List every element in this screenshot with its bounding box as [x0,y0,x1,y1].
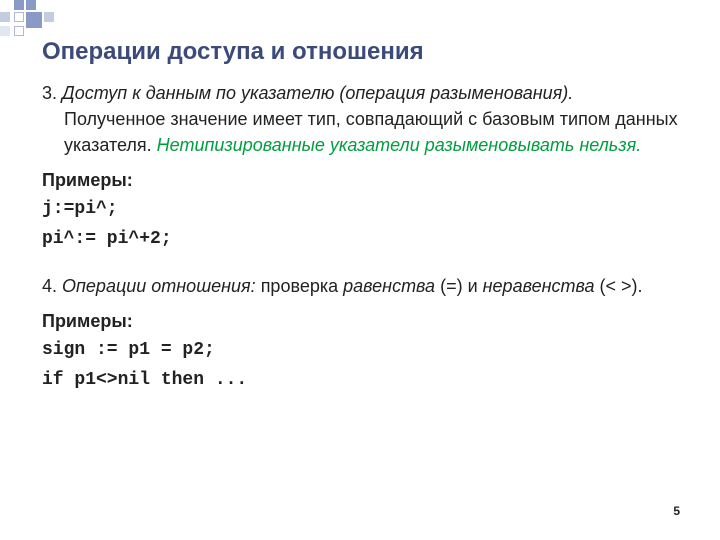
para4-italic1: Операции отношения: [62,276,261,296]
para3-italic: Доступ к данным по указателю (операция р… [62,83,573,103]
para3-lead: 3. [42,83,62,103]
code-line-1: j:=pi^; [42,199,686,219]
slide: Операции доступа и отношения 3. Доступ к… [0,0,720,540]
examples-heading-1: Примеры: [42,170,686,191]
para4-lead: 4. [42,276,62,296]
paragraph-4: 4. Операции отношения: проверка равенств… [42,273,686,299]
code-line-2: pi^:= pi^+2; [42,229,686,249]
paragraph-3: 3. Доступ к данным по указателю (операци… [42,80,686,158]
para3-warning: Нетипизированные указатели разыменовыват… [157,135,642,155]
content-area: Операции доступа и отношения 3. Доступ к… [42,38,686,390]
para4-italic2: равенства [343,276,435,296]
page-number: 5 [673,504,680,518]
code-line-3: sign := p1 = p2; [42,340,686,360]
code-line-4: if p1<>nil then ... [42,370,686,390]
examples-heading-2: Примеры: [42,311,686,332]
slide-title: Операции доступа и отношения [42,38,686,66]
para4-italic3: неравенства [483,276,595,296]
para4-normal3: (< >). [595,276,643,296]
para4-normal2: (=) и [435,276,483,296]
para4-normal1: проверка [261,276,343,296]
